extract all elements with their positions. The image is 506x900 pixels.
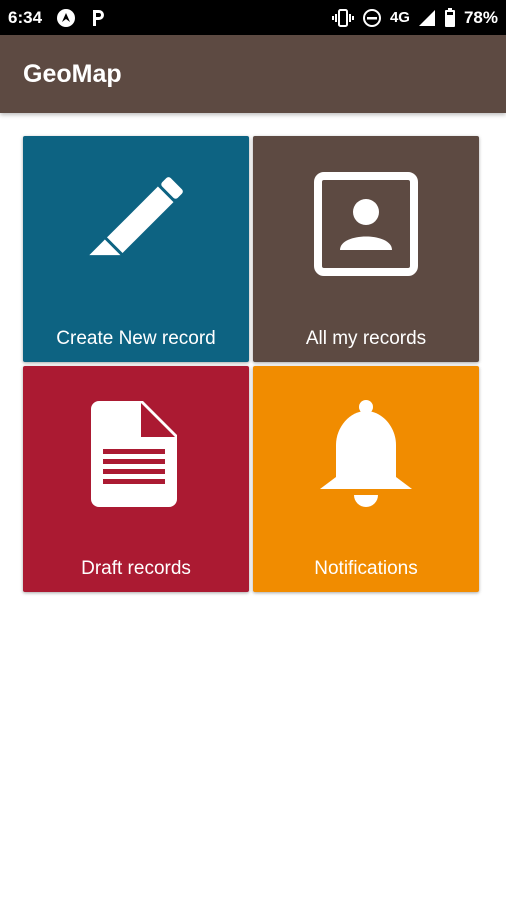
parking-icon (90, 8, 106, 28)
pencil-icon (76, 164, 196, 284)
document-icon (76, 394, 196, 514)
all-my-records-tile[interactable]: All my records (253, 136, 479, 362)
vibrate-icon (331, 8, 354, 28)
signal-icon (418, 9, 436, 27)
tile-label: Create New record (56, 328, 216, 349)
app-bar: GeoMap (0, 35, 506, 113)
account-box-icon (306, 164, 426, 284)
tile-label: Draft records (81, 558, 191, 579)
status-time: 6:34 (8, 7, 43, 27)
app-title: GeoMap (23, 59, 122, 88)
create-new-record-tile[interactable]: Create New record (23, 136, 249, 362)
network-type: 4G (389, 9, 410, 26)
battery-icon (444, 7, 456, 28)
draft-records-tile[interactable]: Draft records (23, 366, 249, 592)
bell-icon (306, 394, 426, 514)
do-not-disturb-icon (362, 8, 382, 28)
navigation-icon (56, 8, 76, 28)
notifications-tile[interactable]: Notifications (253, 366, 479, 592)
status-bar: 6:34 4G 78% (0, 0, 506, 35)
battery-level: 78% (463, 7, 498, 27)
tile-label: Notifications (314, 558, 418, 579)
tile-label: All my records (305, 328, 427, 349)
dashboard-grid: Create New record All my records Draft r… (23, 136, 479, 592)
